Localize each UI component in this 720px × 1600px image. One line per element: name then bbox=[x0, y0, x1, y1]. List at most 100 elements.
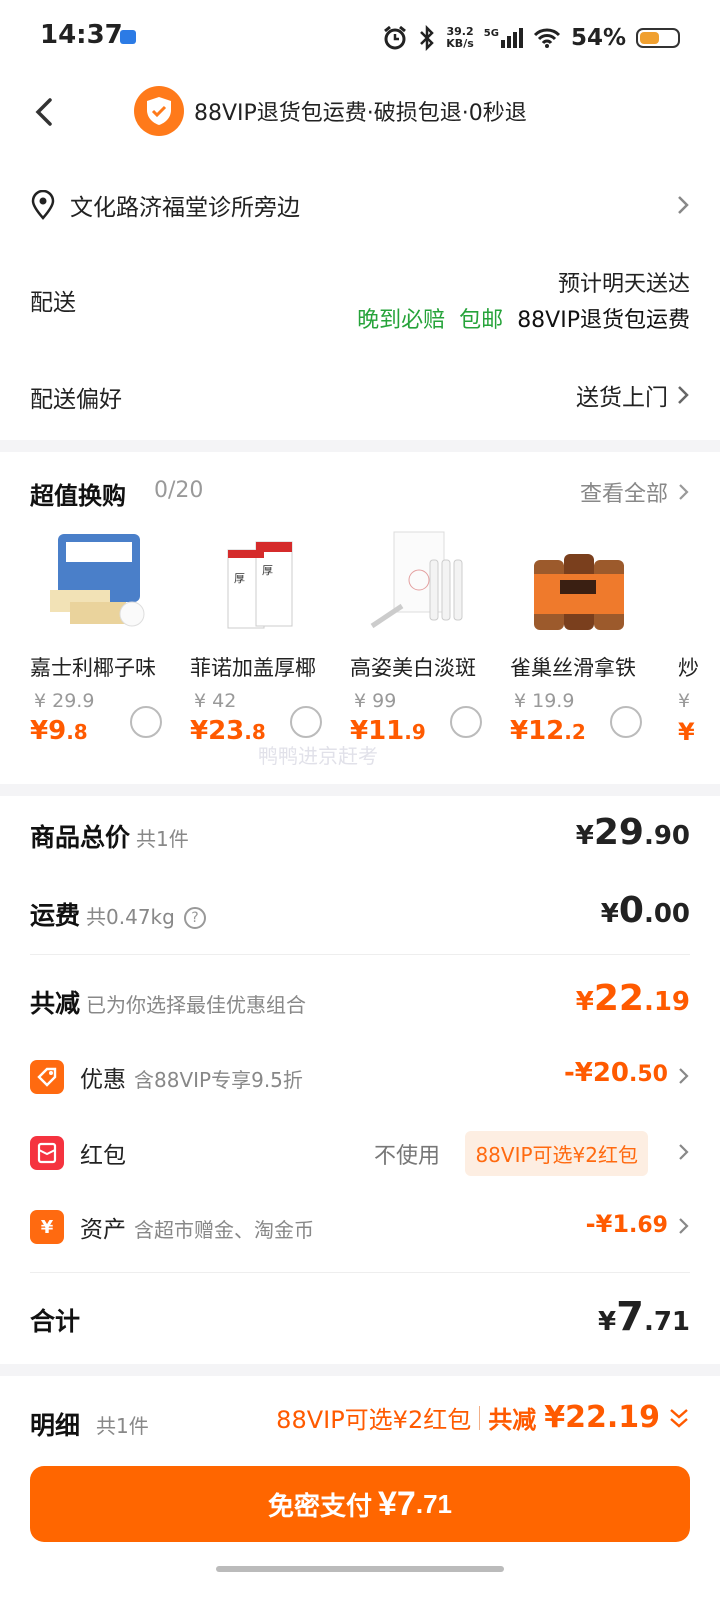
chevron-right-icon bbox=[679, 1218, 689, 1234]
amount-int: 29 bbox=[593, 812, 644, 853]
product-price: ¥12.2 bbox=[510, 716, 586, 746]
product-price: ¥23.8 bbox=[190, 716, 266, 746]
address-row[interactable]: 文化路济福堂诊所旁边 bbox=[30, 188, 690, 222]
pay-button[interactable]: 免密支付 ¥7 .71 bbox=[30, 1466, 690, 1542]
tag-icon bbox=[30, 1060, 64, 1094]
grand-total-label: 合计 bbox=[30, 1307, 81, 1336]
shipping-label: 配送 bbox=[30, 290, 76, 316]
discount-label: 优惠 bbox=[80, 1067, 126, 1093]
price-int: ¥9 bbox=[30, 716, 67, 746]
amount-dec: .00 bbox=[643, 899, 690, 929]
svg-text:厚: 厚 bbox=[262, 564, 273, 577]
checkout-page: 14:37 39.2 KB/s 5G 54% 88VIP退货包运费·破损包退·0秒… bbox=[0, 0, 720, 1600]
alarm-icon bbox=[384, 25, 407, 50]
detail-summary[interactable]: 88VIP可选¥2红包 共减 ¥22.19 bbox=[276, 1400, 690, 1435]
grand-total-row: 合计 ¥7.71 bbox=[30, 1294, 690, 1346]
redpack-label: 红包 bbox=[80, 1143, 126, 1169]
bluetooth-icon bbox=[420, 25, 435, 51]
header-title: 88VIP退货包运费·破损包退·0秒退 bbox=[194, 101, 527, 126]
separator bbox=[479, 1405, 481, 1430]
discount-label-group: 优惠 含88VIP专享9.5折 bbox=[80, 1060, 303, 1094]
reduce-desc: 已为你选择最佳优惠组合 bbox=[86, 993, 307, 1017]
currency: ¥ bbox=[575, 821, 594, 851]
goods-total-label: 商品总价 bbox=[30, 823, 131, 852]
chevron-right-icon bbox=[679, 1144, 689, 1160]
asset-label-group: 资产 含超市赠金、淘金币 bbox=[80, 1210, 314, 1244]
wifi-icon bbox=[533, 28, 560, 48]
goods-total-row: 商品总价 共1件 ¥29.90 bbox=[30, 812, 690, 862]
product-name-cutoff: 炒 bbox=[678, 656, 699, 680]
help-icon[interactable]: ? bbox=[183, 907, 206, 929]
detail-label[interactable]: 明细 bbox=[30, 1406, 80, 1442]
pay-label: 免密支付 bbox=[268, 1490, 373, 1521]
preference-value: 送货上门 bbox=[576, 385, 668, 411]
product-card[interactable]: 雀巢丝滑拿铁 ¥ 19.9 ¥12.2 bbox=[510, 530, 660, 760]
price-int: ¥23 bbox=[190, 716, 245, 746]
amount-dec: .69 bbox=[629, 1213, 668, 1238]
reduce-row: 共减 已为你选择最佳优惠组合 ¥22.19 bbox=[30, 978, 690, 1028]
view-all-label: 查看全部 bbox=[579, 482, 668, 507]
amount-int: -¥1 bbox=[585, 1210, 630, 1238]
home-indicator[interactable] bbox=[216, 1566, 504, 1572]
late-compensation-tag: 晚到必赔 bbox=[357, 308, 446, 333]
product-select-radio[interactable] bbox=[290, 706, 322, 738]
product-select-radio[interactable] bbox=[610, 706, 642, 738]
free-shipping-tag: 包邮 bbox=[459, 308, 504, 333]
exchange-card: 超值换购 0/20 查看全部 嘉士利椰子味 ¥ 29.9 ¥9.8 厚厚 菲诺加… bbox=[0, 452, 720, 784]
reduce-value: ¥22.19 bbox=[544, 1400, 660, 1435]
product-card[interactable]: 高姿美白淡斑 ¥ 99 ¥11.9 bbox=[350, 530, 500, 760]
asset-row[interactable]: ¥ 资产 含超市赠金、淘金币 -¥1.69 bbox=[30, 1208, 690, 1248]
reduce-label: 共减 bbox=[488, 1406, 537, 1434]
double-chevron-down-icon bbox=[670, 1408, 688, 1428]
freight-row: 运费 共0.47kg ? ¥0.00 bbox=[30, 890, 690, 940]
currency: ¥ bbox=[598, 1307, 617, 1337]
product-card[interactable]: 嘉士利椰子味 ¥ 29.9 ¥9.8 bbox=[30, 530, 180, 760]
redpack-row[interactable]: 红包 不使用 88VIP可选¥2红包 bbox=[30, 1131, 690, 1176]
watermark: 鸭鸭进京赶考 bbox=[258, 744, 378, 768]
header-banner[interactable]: 88VIP退货包运费·破损包退·0秒退 bbox=[134, 86, 527, 136]
product-name: 嘉士利椰子味 bbox=[30, 656, 156, 680]
preference-selector[interactable]: 送货上门 bbox=[576, 378, 690, 412]
product-card[interactable]: 厚厚 菲诺加盖厚椰 ¥ 42 ¥23.8 bbox=[190, 530, 340, 760]
amount-dec: .50 bbox=[629, 1062, 668, 1087]
location-pin-icon bbox=[31, 190, 55, 220]
product-image-coconut-milk: 厚厚 bbox=[227, 541, 293, 629]
pay-amount-int: ¥7 bbox=[378, 1484, 416, 1523]
discount-desc: 含88VIP专享9.5折 bbox=[134, 1068, 303, 1092]
checkout-bar: 明细 共1件 88VIP可选¥2红包 共减 ¥22.19 免密支付 ¥7 .71 bbox=[0, 1376, 720, 1600]
product-image-serum bbox=[370, 531, 463, 629]
freight-label: 运费 bbox=[30, 901, 81, 930]
divider bbox=[30, 954, 690, 955]
product-original-price: ¥ 99 bbox=[354, 690, 397, 712]
price-dec: .8 bbox=[66, 720, 88, 744]
amount-int: 7 bbox=[616, 1294, 644, 1340]
chevron-right-icon bbox=[679, 1068, 689, 1084]
signal-icon: 5G bbox=[484, 28, 523, 48]
battery-percent: 54% bbox=[570, 25, 626, 51]
chevron-right-icon bbox=[679, 484, 689, 500]
asset-label: 资产 bbox=[80, 1217, 126, 1243]
discount-amount: -¥20.50 bbox=[564, 1058, 668, 1088]
grand-total-amount: ¥7.71 bbox=[598, 1294, 690, 1340]
asset-amount: -¥1.69 bbox=[586, 1210, 668, 1238]
preference-label: 配送偏好 bbox=[30, 387, 122, 413]
product-select-radio[interactable] bbox=[450, 706, 482, 738]
product-orig-cutoff: ¥ bbox=[678, 690, 691, 712]
view-all-link[interactable]: 查看全部 bbox=[580, 476, 690, 508]
address-text: 文化路济福堂诊所旁边 bbox=[70, 195, 300, 221]
reduce-amount: ¥22.19 bbox=[576, 978, 690, 1019]
network-type: 5G bbox=[483, 28, 499, 39]
product-price: ¥9.8 bbox=[30, 716, 88, 746]
asset-desc: 含超市赠金、淘金币 bbox=[134, 1218, 314, 1242]
product-select-radio[interactable] bbox=[130, 706, 162, 738]
amount-dec: .19 bbox=[643, 987, 690, 1017]
product-image-wafer bbox=[50, 534, 145, 627]
product-name: 菲诺加盖厚椰 bbox=[190, 656, 316, 680]
app-notification-icon bbox=[120, 30, 136, 44]
detail-count: 共1件 bbox=[96, 1414, 149, 1438]
redpack-none: 不使用 bbox=[373, 1144, 440, 1169]
currency: ¥ bbox=[600, 899, 619, 929]
back-arrow-icon[interactable] bbox=[28, 92, 64, 132]
discount-row[interactable]: 优惠 含88VIP专享9.5折 -¥20.50 bbox=[30, 1058, 690, 1098]
net-speed: 39.2 KB/s bbox=[446, 26, 473, 50]
